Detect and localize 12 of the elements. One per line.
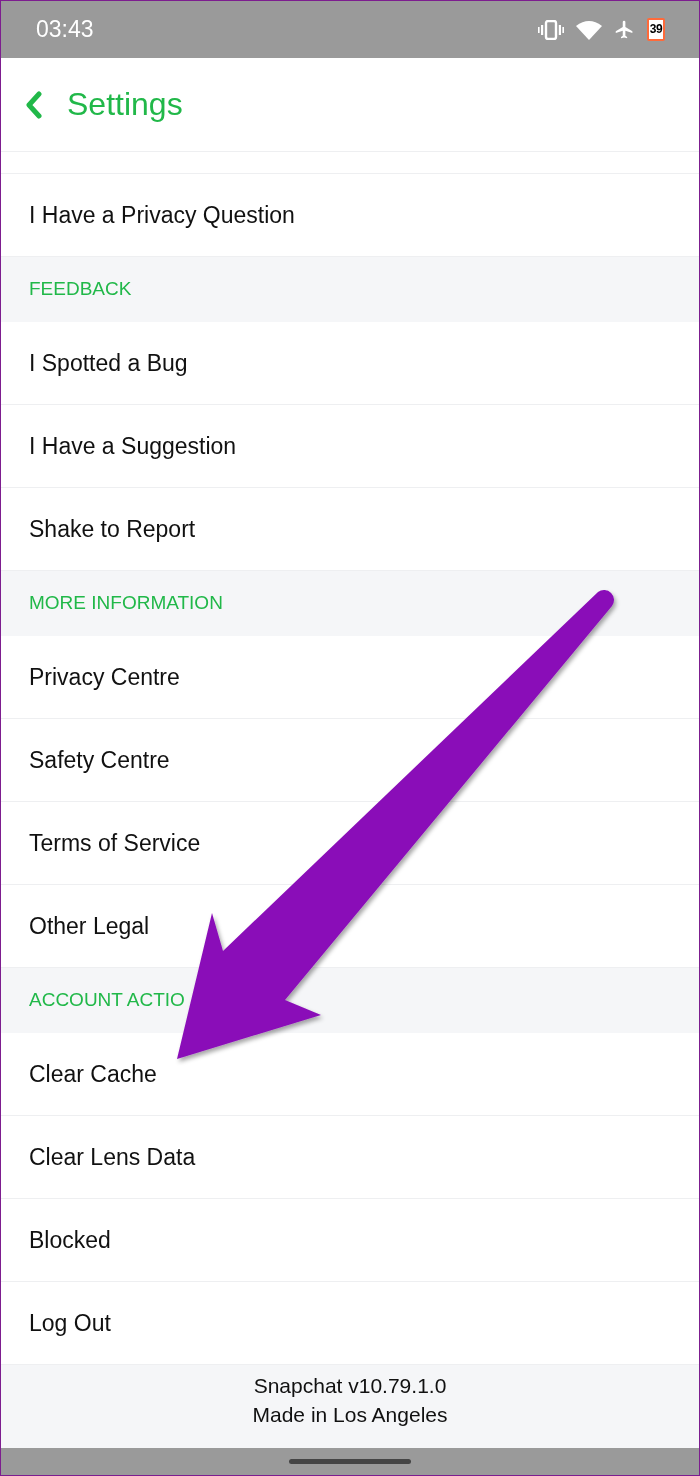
footer-text: Made in Los Angeles xyxy=(251,1402,449,1428)
wifi-icon xyxy=(576,19,602,40)
battery-indicator: 39 xyxy=(647,18,665,41)
airplane-icon xyxy=(614,19,635,40)
vibrate-icon xyxy=(538,19,564,40)
page-title: Settings xyxy=(67,85,183,124)
footer-text: Snapchat v10.79.1.0 xyxy=(252,1373,448,1399)
back-button[interactable] xyxy=(25,90,43,119)
status-time: 03:43 xyxy=(36,15,94,45)
section-heading: FEEDBACK xyxy=(1,257,699,322)
section-heading: MORE INFORMATION xyxy=(1,571,699,636)
back-chevron-icon xyxy=(25,90,43,119)
